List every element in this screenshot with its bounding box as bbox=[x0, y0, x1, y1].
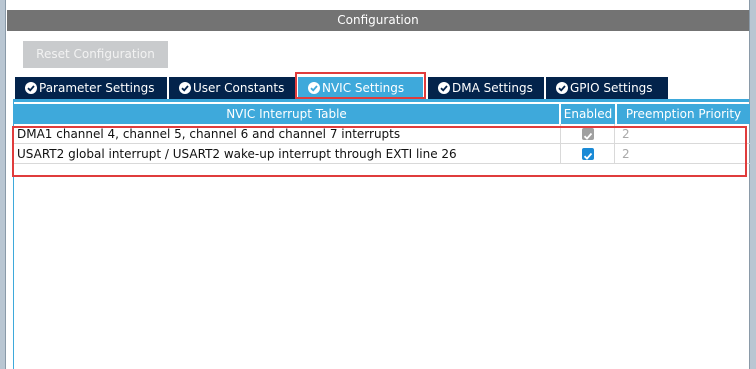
reset-configuration-button[interactable]: Reset Configuration bbox=[23, 41, 168, 68]
tab-label: GPIO Settings bbox=[570, 81, 653, 95]
column-header-enabled[interactable]: Enabled bbox=[561, 104, 615, 124]
left-border bbox=[0, 0, 6, 369]
check-circle-icon bbox=[25, 82, 37, 94]
tab-user-constants[interactable]: User Constants bbox=[169, 77, 295, 99]
configuration-panel: Configuration Reset Configuration Parame… bbox=[7, 10, 750, 369]
interrupt-rows-highlight-box bbox=[12, 126, 747, 177]
tab-parameter-settings[interactable]: Parameter Settings bbox=[15, 77, 167, 99]
check-circle-icon bbox=[438, 82, 450, 94]
tab-label: DMA Settings bbox=[452, 81, 533, 95]
tab-gpio-settings[interactable]: GPIO Settings bbox=[546, 77, 668, 99]
tab-dma-settings[interactable]: DMA Settings bbox=[428, 77, 544, 99]
column-header-interrupt[interactable]: NVIC Interrupt Table bbox=[14, 104, 559, 124]
nvic-tab-highlight-box bbox=[295, 72, 426, 99]
right-scrollbar-border bbox=[749, 0, 756, 369]
table-header: NVIC Interrupt Table Enabled Preemption … bbox=[14, 104, 750, 124]
check-circle-icon bbox=[556, 82, 568, 94]
tab-label: Parameter Settings bbox=[39, 81, 155, 95]
column-header-preemption-priority[interactable]: Preemption Priority bbox=[617, 104, 750, 124]
tab-label: User Constants bbox=[193, 81, 285, 95]
window-top-margin bbox=[0, 0, 756, 10]
check-circle-icon bbox=[179, 82, 191, 94]
panel-title: Configuration bbox=[7, 10, 749, 31]
